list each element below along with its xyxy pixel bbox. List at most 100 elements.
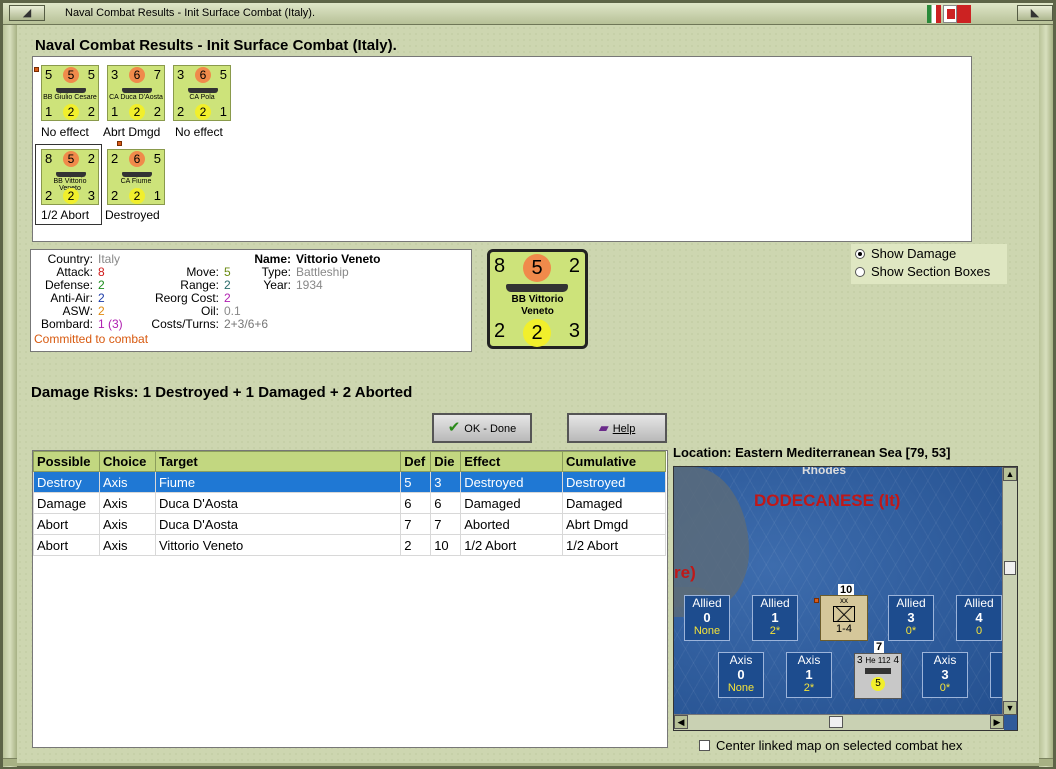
scroll-right-icon[interactable]: ▶: [990, 715, 1004, 729]
cell-possible: Destroy: [33, 471, 100, 493]
counter-range: 1: [219, 104, 227, 119]
slot-number: 0: [703, 610, 711, 625]
counter-move: 5: [87, 67, 95, 82]
bombard-value: 1 (3): [98, 317, 123, 331]
counter-attack: 3: [177, 67, 185, 82]
counter-range: 1: [153, 188, 161, 203]
bombard-label: Bombard:: [40, 317, 93, 331]
axis-slot[interactable]: Axis 0 None: [718, 652, 764, 698]
scroll-thumb[interactable]: [1004, 561, 1016, 575]
table-row[interactable]: Abort Axis Duca D'Aosta 7 7 Aborted Abrt…: [33, 513, 666, 535]
close-button[interactable]: ◣: [1017, 5, 1053, 21]
cell-cumulative: Destroyed: [562, 471, 666, 493]
airplane-icon: [865, 668, 891, 674]
oil-label: Oil:: [201, 304, 219, 318]
col-effect[interactable]: Effect: [460, 451, 564, 472]
cell-target: Duca D'Aosta: [154, 513, 402, 535]
col-choice[interactable]: Choice: [98, 451, 156, 472]
counter-asw: 2: [63, 104, 79, 120]
allied-slot[interactable]: Allied 0 None: [684, 595, 730, 641]
counter-name-line1: BB Vittorio: [511, 294, 564, 305]
axis-slot[interactable]: Axis 1 2*: [786, 652, 832, 698]
costs-label: Costs/Turns:: [151, 317, 219, 331]
ship-counter[interactable]: 5 5 5 BB Giulio Cesare 1 2 2: [41, 65, 99, 121]
cell-effect: Aborted: [460, 513, 564, 535]
col-target[interactable]: Target: [154, 451, 402, 472]
help-label: Help: [612, 423, 636, 435]
counter-range: 3: [87, 188, 95, 203]
map-horizontal-scrollbar[interactable]: ◀ ▶: [674, 714, 1004, 730]
type-label: Type:: [261, 265, 291, 279]
allied-slot[interactable]: Allied 3 0*: [888, 595, 934, 641]
slot-label: Axis: [797, 653, 821, 667]
counter-attack: 2: [111, 151, 119, 166]
ship-icon: [56, 172, 86, 177]
counter-attack: 8: [45, 151, 53, 166]
cell-def: 2: [400, 534, 432, 556]
slot-label: Allied: [896, 596, 926, 610]
savoy-flag-icon: [943, 5, 957, 23]
scroll-down-icon[interactable]: ▼: [1003, 701, 1017, 715]
infantry-symbol-icon: [833, 606, 855, 622]
counter-move: 5: [219, 67, 227, 82]
table-header-row: Possible Choice Target Def Die Effect Cu…: [33, 451, 666, 472]
reorg-label: Reorg Cost:: [154, 291, 219, 305]
asw-value: 2: [98, 304, 105, 318]
show-section-boxes-radio[interactable]: [855, 267, 865, 277]
scroll-up-icon[interactable]: ▲: [1003, 467, 1017, 481]
counter-range: 2: [153, 104, 161, 119]
allied-slot[interactable]: Allied 4 0: [956, 595, 1002, 641]
ship-counter[interactable]: 3 6 5 CA Pola 2 2 1: [173, 65, 231, 121]
counter-range: 3: [568, 320, 580, 342]
minimize-button[interactable]: ◢: [9, 5, 45, 21]
cell-die: 3: [430, 471, 462, 493]
counter-move: 2: [568, 255, 580, 277]
ship-counter[interactable]: 3 6 7 CA Duca D'Aosta 1 2 2: [107, 65, 165, 121]
scroll-thumb[interactable]: [829, 716, 843, 728]
slot-sub: 0*: [905, 625, 917, 637]
ship-counter[interactable]: 2 6 5 CA Fiume 2 2 1: [107, 149, 165, 205]
cell-target: Fiume: [154, 471, 402, 493]
air-unit-counter[interactable]: He 112 3 4 5: [854, 653, 902, 699]
name-value: Vittorio Veneto: [296, 252, 381, 266]
counter-name: CA Pola: [189, 94, 215, 101]
counter-asw: 2: [523, 319, 551, 347]
col-def[interactable]: Def: [400, 451, 432, 472]
center-linked-checkbox[interactable]: [699, 740, 710, 751]
counter-attack: 3: [111, 67, 119, 82]
table-row[interactable]: Destroy Axis Fiume 5 3 Destroyed Destroy…: [33, 471, 666, 493]
slot-number: 4: [975, 610, 983, 625]
attack-label: Attack:: [56, 265, 93, 279]
linked-map-view[interactable]: Rhodes DODECANESE (It) re) Allied 0 None…: [673, 466, 1018, 731]
infantry-unit-counter[interactable]: xx 1-4: [820, 595, 868, 641]
table-row[interactable]: Damage Axis Duca D'Aosta 6 6 Damaged Dam…: [33, 492, 666, 514]
scroll-left-icon[interactable]: ◀: [674, 715, 688, 729]
counter-range: 2: [87, 104, 95, 119]
cell-choice: Axis: [98, 534, 156, 556]
ship-counter-selected[interactable]: 8 5 2 BB Vittorio Veneto 2 2 3: [41, 149, 99, 205]
map-region-label-partial: re): [674, 563, 696, 582]
ok-done-label: OK - Done: [464, 423, 517, 435]
slot-label: Axis: [729, 653, 753, 667]
ok-done-button[interactable]: ✔ OK - Done: [432, 413, 532, 443]
counter-defense: 5: [63, 67, 79, 83]
center-linked-checkbox-row[interactable]: Center linked map on selected combat hex: [699, 738, 962, 753]
show-damage-label: Show Damage: [871, 246, 957, 261]
ship-icon: [122, 172, 152, 177]
show-damage-radio[interactable]: [855, 249, 865, 259]
combat-results-table: Possible Choice Target Def Die Effect Cu…: [32, 450, 668, 748]
frame-left: [3, 25, 17, 767]
move-value: 5: [224, 265, 231, 279]
allied-slot[interactable]: Allied 1 2*: [752, 595, 798, 641]
map-region-label: DODECANESE (It): [754, 491, 901, 510]
table-row[interactable]: Abort Axis Vittorio Veneto 2 10 1/2 Abor…: [33, 534, 666, 556]
oil-value: 0.1: [224, 304, 241, 318]
cell-cumulative: Abrt Dmgd: [562, 513, 666, 535]
italy-flag-icon: [927, 5, 941, 23]
axis-slot[interactable]: Axis 3 0*: [922, 652, 968, 698]
col-possible[interactable]: Possible: [33, 451, 100, 472]
col-die[interactable]: Die: [430, 451, 462, 472]
help-button[interactable]: ▰ Help: [567, 413, 667, 443]
col-cumulative[interactable]: Cumulative: [562, 451, 666, 472]
map-vertical-scrollbar[interactable]: ▲ ▼: [1002, 467, 1017, 715]
